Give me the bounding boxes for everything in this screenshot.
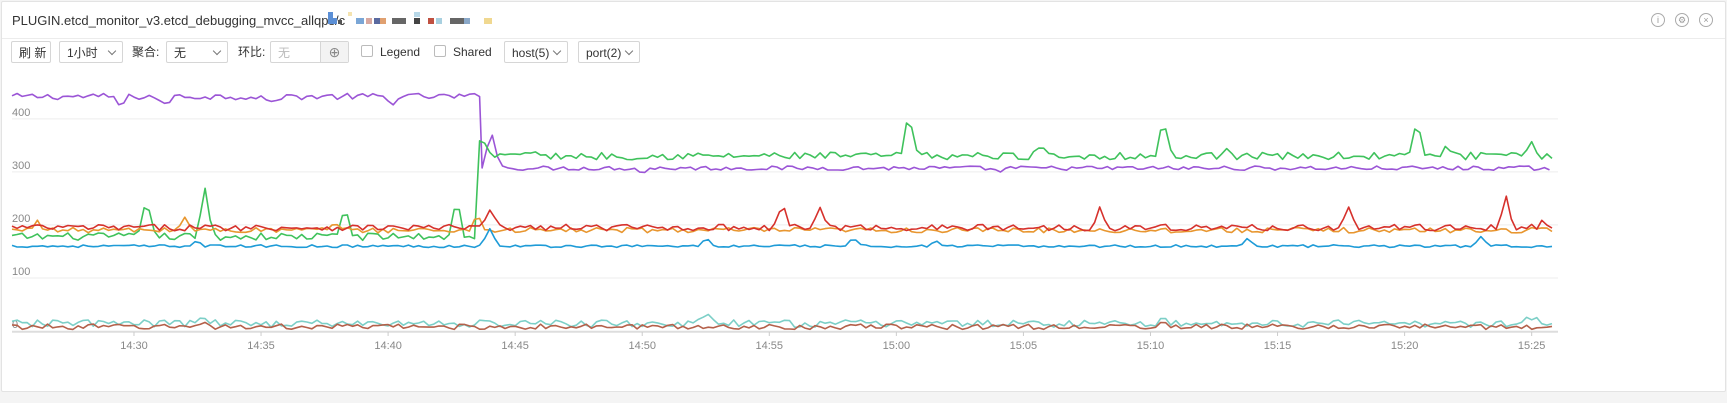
shared-checkbox[interactable] — [434, 45, 446, 57]
x-tick-label: 14:30 — [120, 340, 148, 352]
port-filter-select[interactable]: port(2) — [578, 41, 640, 63]
info-icon[interactable]: i — [1651, 13, 1665, 27]
x-tick-label: 15:25 — [1518, 340, 1546, 352]
aggregate-label: 聚合: — [132, 45, 160, 59]
y-tick-label: 100 — [12, 266, 30, 278]
chevron-down-icon — [552, 46, 562, 56]
refresh-button[interactable]: 刷 新 — [11, 41, 51, 63]
x-tick-label: 15:20 — [1391, 340, 1419, 352]
y-tick-label: 300 — [12, 160, 30, 172]
panel-header: PLUGIN.etcd_monitor_v3.etcd_debugging_mv… — [2, 2, 1725, 39]
x-tick-label: 14:50 — [628, 340, 656, 352]
chart-panel: PLUGIN.etcd_monitor_v3.etcd_debugging_mv… — [1, 1, 1726, 392]
y-tick-label: 400 — [12, 107, 30, 119]
x-tick-label: 14:35 — [247, 340, 275, 352]
x-tick-label: 15:15 — [1264, 340, 1292, 352]
gear-icon[interactable]: ⚙ — [1675, 13, 1689, 27]
host-filter-value: host(5) — [512, 46, 550, 60]
x-tick-label: 15:05 — [1010, 340, 1038, 352]
compare-label: 环比: — [238, 45, 266, 59]
host-filter-select[interactable]: host(5) — [504, 41, 568, 63]
x-tick-label: 15:00 — [883, 340, 911, 352]
port-filter-value: port(2) — [586, 46, 622, 60]
series-line[interactable] — [11, 92, 1550, 174]
toolbar: 刷 新 1小时 聚合: 无 环比: 无 ⊕ Legend Shared host… — [2, 40, 1725, 76]
time-range-select[interactable]: 1小时 — [59, 41, 123, 63]
chevron-down-icon — [212, 46, 222, 56]
legend-label[interactable]: Legend — [380, 41, 420, 63]
y-tick-label: 200 — [12, 213, 30, 225]
compare-placeholder: 无 — [278, 46, 291, 60]
x-tick-label: 14:55 — [756, 340, 784, 352]
x-tick-label: 14:45 — [501, 340, 529, 352]
time-range-value: 1小时 — [67, 46, 98, 60]
chevron-down-icon — [624, 46, 634, 56]
series-line[interactable] — [11, 122, 1553, 242]
compare-input[interactable]: 无 ⊕ — [270, 41, 349, 63]
panel-title: PLUGIN.etcd_monitor_v3.etcd_debugging_mv… — [12, 13, 346, 28]
chevron-down-icon — [107, 46, 117, 56]
shared-label[interactable]: Shared — [453, 41, 492, 63]
x-tick-label: 15:10 — [1137, 340, 1165, 352]
line-chart[interactable]: 010020030040014:30 14:35 14:40 14:45 14:50 14… — [2, 77, 1725, 367]
aggregate-value: 无 — [174, 46, 187, 60]
aggregate-select[interactable]: 无 — [166, 41, 228, 63]
x-tick-label: 14:40 — [374, 340, 402, 352]
legend-checkbox[interactable] — [361, 45, 373, 57]
close-icon[interactable]: × — [1699, 13, 1713, 27]
add-compare-icon[interactable]: ⊕ — [320, 42, 348, 62]
series-line[interactable] — [11, 195, 1553, 232]
